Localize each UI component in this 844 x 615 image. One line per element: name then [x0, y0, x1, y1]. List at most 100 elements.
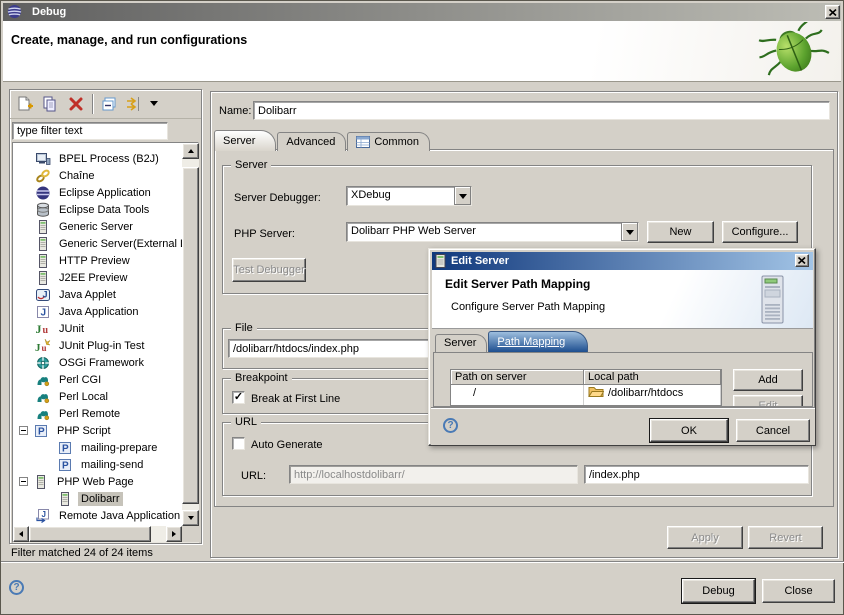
junit-plugin-icon: Ju: [35, 338, 51, 354]
tree-item-remote-java-application[interactable]: JRemote Java Application: [13, 507, 182, 524]
column-path-on-server[interactable]: Path on server: [451, 370, 584, 385]
combo-dropdown-icon[interactable]: [621, 223, 638, 241]
dialog-help-icon[interactable]: ?: [443, 418, 458, 433]
collapse-toggle-icon[interactable]: [19, 477, 28, 486]
tree-item-php-script[interactable]: PPHP Script: [13, 422, 182, 439]
collapse-toggle-icon[interactable]: [19, 426, 28, 435]
toolbar-separator: [92, 94, 93, 114]
tab-server[interactable]: Server: [214, 130, 276, 151]
break-first-line-label: Break at First Line: [251, 393, 340, 405]
tree-item-eclipse-data-tools[interactable]: Eclipse Data Tools: [13, 201, 182, 218]
combo-dropdown-icon[interactable]: [454, 187, 471, 205]
break-first-line-checkbox[interactable]: ✓: [232, 391, 245, 404]
tree-item-java-application[interactable]: J Java Application: [13, 303, 182, 320]
path-mapping-content: Path on server Local path //dolibarr/htd…: [433, 352, 813, 407]
revert-button[interactable]: Revert: [748, 526, 823, 549]
close-button[interactable]: Close: [762, 579, 835, 603]
tree-item-cha-ne[interactable]: Chaîne: [13, 167, 182, 184]
tree-item-junit[interactable]: JuJUnit: [13, 320, 182, 337]
scroll-down-icon[interactable]: [182, 510, 199, 526]
auto-generate-checkbox[interactable]: [232, 437, 245, 450]
tree-item-dolibarr[interactable]: Dolibarr: [13, 490, 182, 507]
filter-input[interactable]: [12, 122, 168, 140]
name-input[interactable]: [253, 101, 830, 120]
scroll-up-icon[interactable]: [182, 143, 199, 159]
collapse-all-icon[interactable]: [100, 95, 118, 116]
cell-path-on-server: /: [451, 385, 584, 401]
dialog-tab-server[interactable]: Server: [435, 334, 487, 352]
menu-dropdown-icon[interactable]: [150, 97, 158, 110]
tree-item-label: Generic Server(External La: [56, 237, 182, 251]
window-titlebar[interactable]: Debug: [3, 3, 841, 21]
tree-item-eclipse-application[interactable]: Eclipse Application: [13, 184, 182, 201]
duplicate-launch-config-icon[interactable]: [41, 95, 59, 116]
tree-hscrollbar[interactable]: [13, 526, 182, 542]
debug-button[interactable]: Debug: [682, 579, 755, 603]
tree-item-perl-local[interactable]: Perl Local: [13, 388, 182, 405]
filter-launch-configs-icon[interactable]: [125, 95, 143, 116]
tree-item-junit-plug-in-test[interactable]: JuJUnit Plug-in Test: [13, 337, 182, 354]
path-mapping-rows: //dolibarr/htdocs: [451, 385, 721, 406]
tree-item-label: OSGi Framework: [56, 356, 147, 370]
column-local-path[interactable]: Local path: [584, 370, 721, 385]
apply-button[interactable]: Apply: [667, 526, 743, 549]
server-icon: [435, 254, 446, 268]
hscroll-thumb[interactable]: [29, 526, 151, 542]
breakpoint-group-title: Breakpoint: [231, 372, 292, 384]
tree-item-mailing-prepare[interactable]: Pmailing-prepare: [13, 439, 182, 456]
name-label: Name:: [219, 105, 251, 117]
perl-icon: [35, 406, 51, 422]
tree-item-label: Java Application: [56, 305, 142, 319]
tab-advanced[interactable]: Advanced: [277, 132, 346, 151]
server-debugger-combobox[interactable]: XDebug: [346, 186, 472, 206]
tree-item-osgi-framework[interactable]: OSGi Framework: [13, 354, 182, 371]
new-server-button[interactable]: New: [647, 221, 714, 243]
test-debugger-button[interactable]: Test Debugger: [232, 258, 306, 282]
tree-item-label: Perl Local: [56, 390, 111, 404]
tree-item-php-web-page[interactable]: PHP Web Page: [13, 473, 182, 490]
header-banner: Create, manage, and run configurations: [3, 21, 841, 82]
edit-mapping-button[interactable]: Edit: [733, 395, 803, 407]
vscroll-thumb[interactable]: [182, 167, 199, 504]
svg-text:P: P: [62, 443, 69, 454]
tree-item-j2ee-preview[interactable]: J2EE Preview: [13, 269, 182, 286]
cancel-button[interactable]: Cancel: [736, 419, 810, 442]
tree-item-bpel-process-b2j[interactable]: BPEL Process (B2J): [13, 150, 182, 167]
tree-item-generic-server-external-la[interactable]: Generic Server(External La: [13, 235, 182, 252]
path-mapping-row[interactable]: //dolibarr/htdocs: [451, 385, 721, 401]
configure-server-button[interactable]: Configure...: [722, 221, 798, 243]
scroll-right-icon[interactable]: [166, 526, 182, 542]
server-icon: [57, 491, 73, 507]
tree-item-perl-remote[interactable]: Perl Remote: [13, 405, 182, 422]
tree-item-generic-server[interactable]: Generic Server: [13, 218, 182, 235]
php-server-combobox[interactable]: Dolibarr PHP Web Server: [346, 222, 639, 242]
tree-item-java-applet[interactable]: JJava Applet: [13, 286, 182, 303]
new-launch-config-icon[interactable]: [16, 95, 34, 116]
delete-launch-config-icon[interactable]: [67, 95, 85, 116]
scrollbar-corner: [182, 526, 199, 542]
tree-vscrollbar[interactable]: [182, 143, 199, 526]
scroll-left-icon[interactable]: [13, 526, 29, 542]
server-tower-image: [758, 274, 788, 329]
tree-item-mailing-send[interactable]: Pmailing-send: [13, 456, 182, 473]
window-close-button[interactable]: [825, 5, 840, 19]
path-mapping-table[interactable]: Path on server Local path //dolibarr/htd…: [450, 369, 722, 406]
php-server-label: PHP Server:: [234, 228, 295, 240]
chain-icon: [35, 168, 51, 184]
folder-icon: [588, 385, 604, 401]
help-icon[interactable]: ?: [9, 580, 24, 595]
ok-button[interactable]: OK: [650, 419, 728, 442]
java-application-icon: J: [35, 304, 51, 320]
eclipse-application-icon: [35, 185, 51, 201]
dialog-tab-path-mapping[interactable]: Path Mapping: [488, 331, 588, 352]
dialog-titlebar[interactable]: Edit Server: [432, 252, 813, 270]
server-group-title: Server: [231, 159, 271, 171]
tab-common[interactable]: Common: [347, 132, 430, 151]
dialog-close-button[interactable]: [795, 254, 809, 267]
add-mapping-button[interactable]: Add: [733, 369, 803, 391]
tree-item-http-preview[interactable]: HTTP Preview: [13, 252, 182, 269]
database-icon: [35, 202, 51, 218]
php-icon: P: [57, 440, 73, 456]
tree-item-perl-cgi[interactable]: Perl CGI: [13, 371, 182, 388]
url-path-input[interactable]: [584, 465, 809, 484]
